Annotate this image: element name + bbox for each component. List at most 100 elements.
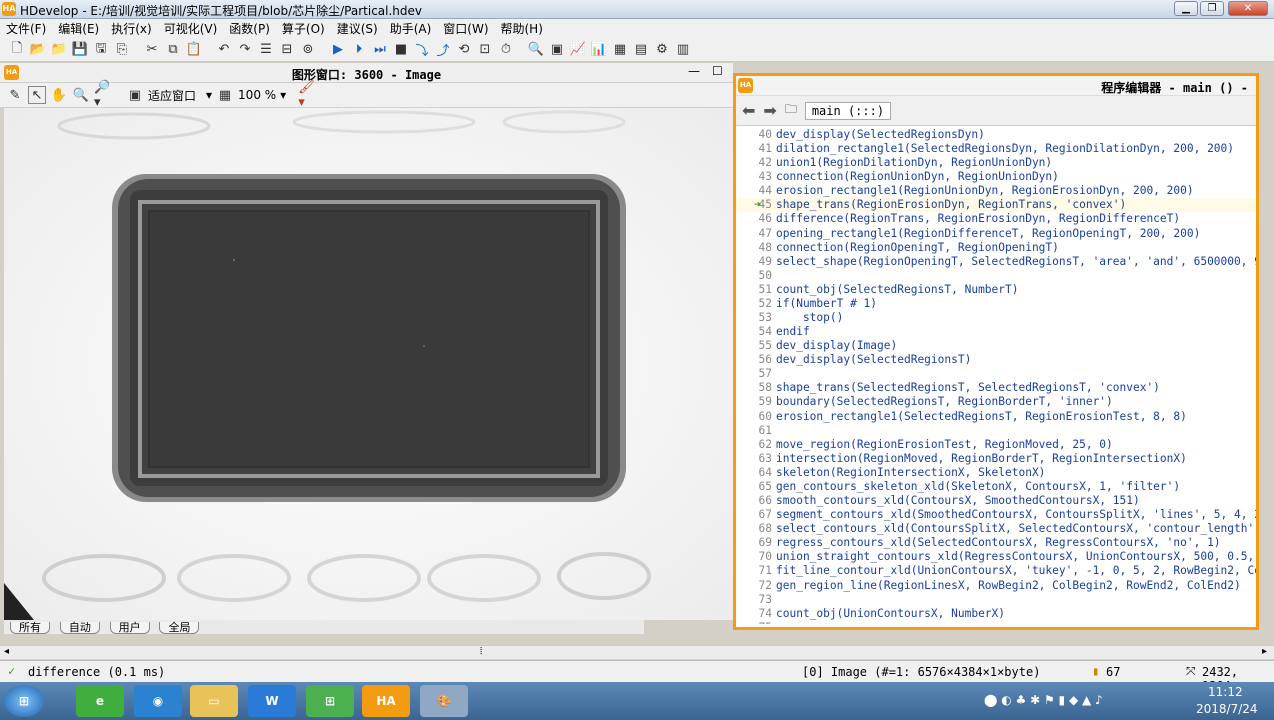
- image-canvas[interactable]: [4, 108, 733, 620]
- line-text[interactable]: difference(RegionTrans, RegionErosionDyn…: [776, 212, 1180, 225]
- line-text[interactable]: dev_display(SelectedRegionsDyn): [776, 128, 985, 141]
- scroll-grip-icon[interactable]: ⦙: [480, 646, 482, 657]
- open-example-icon[interactable]: 📁: [50, 41, 68, 59]
- code-line[interactable]: 75: [736, 621, 1256, 624]
- pointer-icon[interactable]: ↖: [28, 86, 46, 104]
- zoom-level[interactable]: 100 %: [238, 88, 276, 102]
- taskbar-browser-icon[interactable]: e: [76, 685, 124, 717]
- fit-window-icon[interactable]: ▣: [126, 86, 144, 104]
- code-line[interactable]: 70 union_straight_contours_xld(RegressCon…: [736, 550, 1256, 564]
- taskbar-paint-icon[interactable]: 🎨: [420, 685, 468, 717]
- code-line[interactable]: 55 dev_display(Image): [736, 339, 1256, 353]
- procedure-select[interactable]: main (:::): [804, 101, 892, 120]
- line-text[interactable]: intersection(RegionMoved, RegionBorderT,…: [776, 452, 1187, 465]
- horizontal-scrollbar[interactable]: ◂ ⦙ ▸: [0, 645, 1274, 659]
- code-line[interactable]: 52 if(NumberT # 1): [736, 297, 1256, 311]
- undo-icon[interactable]: ↶: [215, 41, 233, 59]
- save-as-icon[interactable]: 🖫: [92, 41, 110, 59]
- code-line[interactable]: 43 connection(RegionUnionDyn, RegionUnion…: [736, 170, 1256, 184]
- menu-procedures[interactable]: 函数(P): [223, 20, 276, 37]
- inspect-icon[interactable]: 🔍: [527, 41, 545, 59]
- operator-window-icon[interactable]: ▥: [674, 41, 692, 59]
- step-into-icon[interactable]: ⤵: [413, 41, 431, 59]
- code-line[interactable]: 61: [736, 424, 1256, 438]
- timer-icon[interactable]: ⏱: [497, 41, 515, 59]
- line-text[interactable]: shape_trans(SelectedRegionsT, SelectedRe…: [776, 381, 1160, 394]
- code-line[interactable]: 54 endif: [736, 325, 1256, 339]
- breakpoint-icon[interactable]: ⊡: [476, 41, 494, 59]
- comment-icon[interactable]: ☰: [257, 41, 275, 59]
- code-area[interactable]: 40 dev_display(SelectedRegionsDyn) 41 dilat…: [736, 128, 1256, 624]
- copy-icon[interactable]: ⧉: [164, 41, 182, 59]
- close-button[interactable]: ✕: [1228, 1, 1268, 16]
- line-text[interactable]: smooth_contours_xld(ContoursX, SmoothedC…: [776, 494, 1140, 507]
- maximize-button[interactable]: ❐: [1200, 1, 1224, 16]
- tab-global[interactable]: 全局: [159, 622, 200, 634]
- line-text[interactable]: boundary(SelectedRegionsT, RegionBorderT…: [776, 395, 1113, 408]
- binocular-icon[interactable]: ⊚: [299, 41, 317, 59]
- line-text[interactable]: count_obj(SelectedRegionsT, NumberT): [776, 283, 1018, 296]
- code-line[interactable]: 73: [736, 593, 1256, 607]
- line-text[interactable]: select_shape(RegionOpeningT, SelectedReg…: [776, 255, 1256, 268]
- line-text[interactable]: union1(RegionDilationDyn, RegionUnionDyn…: [776, 156, 1052, 169]
- line-text[interactable]: segment_contours_xld(SmoothedContoursX, …: [776, 508, 1256, 521]
- edit-icon[interactable]: ✎: [6, 86, 24, 104]
- line-text[interactable]: erosion_rectangle1(SelectedRegionsT, Reg…: [776, 410, 1187, 423]
- code-line[interactable]: 44 erosion_rectangle1(RegionUnionDyn, Reg…: [736, 184, 1256, 198]
- code-line[interactable]: 40 dev_display(SelectedRegionsDyn): [736, 128, 1256, 142]
- code-line[interactable]: 66 smooth_contours_xld(ContoursX, Smoothe…: [736, 494, 1256, 508]
- line-text[interactable]: opening_rectangle1(RegionDifferenceT, Re…: [776, 227, 1200, 240]
- image-icon[interactable]: ▣: [548, 41, 566, 59]
- menu-file[interactable]: 文件(F): [0, 20, 52, 37]
- reset-icon[interactable]: ⟲: [455, 41, 473, 59]
- taskbar-folder-icon[interactable]: ▭: [190, 685, 238, 717]
- tab-all[interactable]: 所有: [10, 622, 50, 634]
- code-line[interactable]: 42 union1(RegionDilationDyn, RegionUnionD…: [736, 156, 1256, 170]
- settings-icon[interactable]: ⚙: [653, 41, 671, 59]
- code-line[interactable]: 71 fit_line_contour_xld(UnionContoursX, '…: [736, 564, 1256, 578]
- variable-icon[interactable]: ▤: [632, 41, 650, 59]
- taskbar-word-icon[interactable]: W: [248, 685, 296, 717]
- redo-icon[interactable]: ↷: [236, 41, 254, 59]
- procedure-icon[interactable]: 🗀: [785, 100, 797, 121]
- tray-icons[interactable]: ⬤ ◐ ♣ ✱ ⚑ ▮ ◆ ▲ ♪: [984, 693, 1103, 707]
- code-line[interactable]: 62 move_region(RegionErosionTest, RegionM…: [736, 438, 1256, 452]
- line-text[interactable]: dev_display(Image): [776, 339, 897, 352]
- line-text[interactable]: stop(): [776, 311, 843, 324]
- line-text[interactable]: dev_display(SelectedRegionsT): [776, 353, 971, 366]
- stop-icon[interactable]: ■: [392, 41, 410, 59]
- code-line[interactable]: 46 difference(RegionTrans, RegionErosionD…: [736, 212, 1256, 226]
- graphics-minimize-button[interactable]: —: [688, 64, 700, 78]
- clock-time[interactable]: 11:12: [1208, 685, 1243, 699]
- graphics-maximize-button[interactable]: ☐: [712, 64, 723, 78]
- tab-auto[interactable]: 自动: [59, 622, 100, 634]
- code-line[interactable]: 49 select_shape(RegionOpeningT, SelectedR…: [736, 255, 1256, 269]
- code-line[interactable]: 56 dev_display(SelectedRegionsT): [736, 353, 1256, 367]
- start-button[interactable]: ⊞: [4, 685, 44, 717]
- code-line[interactable]: 64 skeleton(RegionIntersectionX, Skeleton…: [736, 466, 1256, 480]
- code-line[interactable]: 50: [736, 269, 1256, 283]
- code-line[interactable]: 57: [736, 367, 1256, 381]
- zoom-level-chevron-icon[interactable]: ▾: [280, 88, 286, 102]
- run-to-icon[interactable]: ⏵: [350, 41, 368, 59]
- menu-operators[interactable]: 算子(O): [276, 20, 331, 37]
- menu-help[interactable]: 帮助(H): [495, 20, 549, 37]
- zoom-menu-icon[interactable]: 🔎▾: [94, 80, 112, 110]
- code-line[interactable]: 58 shape_trans(SelectedRegionsT, Selected…: [736, 381, 1256, 395]
- line-text[interactable]: erosion_rectangle1(RegionUnionDyn, Regio…: [776, 184, 1194, 197]
- back-arrow-icon[interactable]: ⬅: [742, 101, 755, 120]
- menu-edit[interactable]: 编辑(E): [52, 20, 105, 37]
- delete-icon[interactable]: ⊟: [278, 41, 296, 59]
- menu-assistants[interactable]: 助手(A): [384, 20, 438, 37]
- minimize-button[interactable]: ▁: [1174, 1, 1198, 16]
- code-line[interactable]: 59 boundary(SelectedRegionsT, RegionBorde…: [736, 395, 1256, 409]
- zoom-icon[interactable]: 🔍: [72, 86, 90, 104]
- scroll-right-icon[interactable]: ▸: [1262, 646, 1267, 657]
- line-text[interactable]: gen_contours_skeleton_xld(SkeletonX, Con…: [776, 480, 1180, 493]
- menu-execute[interactable]: 执行(x): [105, 20, 157, 37]
- pan-icon[interactable]: ✋: [50, 86, 68, 104]
- code-line[interactable]: 53 stop(): [736, 311, 1256, 325]
- code-line[interactable]: 48 connection(RegionOpeningT, RegionOpeni…: [736, 241, 1256, 255]
- code-line[interactable]: 47 opening_rectangle1(RegionDifferenceT, …: [736, 227, 1256, 241]
- line-text[interactable]: regress_contours_xld(SelectedContoursX, …: [776, 536, 1221, 549]
